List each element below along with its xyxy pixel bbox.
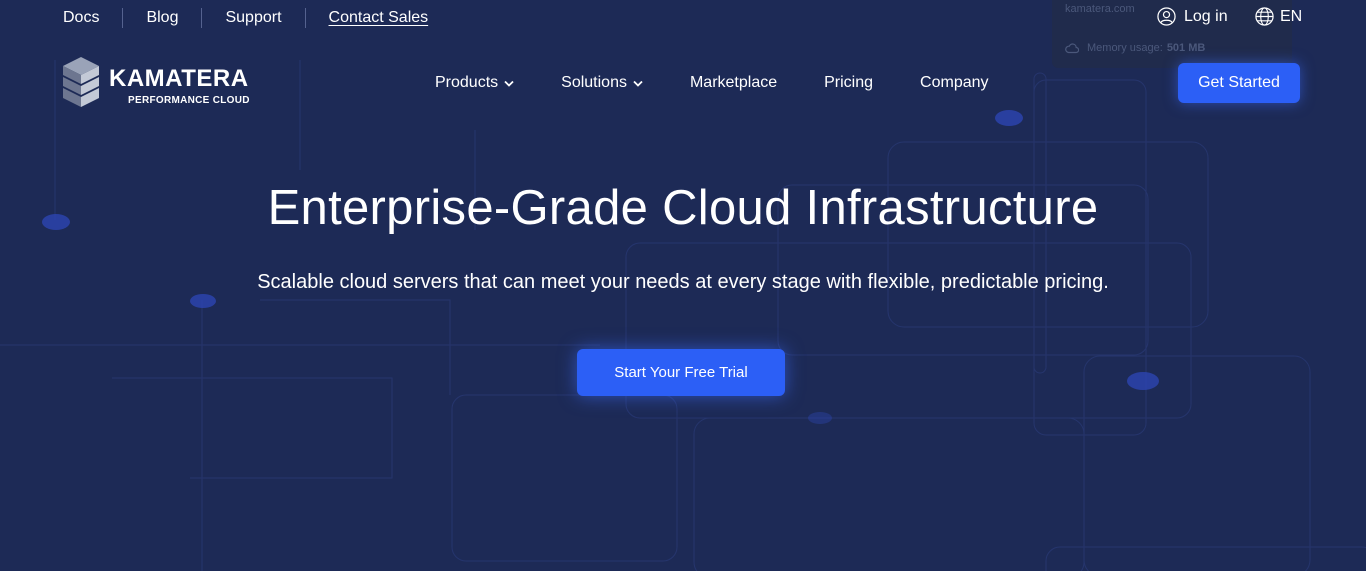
globe-icon [1255,7,1274,26]
nav-marketplace-label: Marketplace [689,74,778,91]
nav-company-label: Company [920,74,989,91]
get-started-button[interactable]: Get Started [1178,63,1300,103]
nav-company[interactable]: Company [920,71,988,95]
language-label: EN [1280,7,1303,25]
chevron-down-icon [504,80,514,87]
logo-tagline: PERFORMANCE CLOUD [128,95,250,106]
nav-solutions[interactable]: Solutions [561,71,643,95]
logo-wordmark: KAMATERA PERFORMANCE CLOUD [109,57,249,107]
start-free-trial-button[interactable]: Start Your Free Trial [577,349,785,396]
docs-link[interactable]: Docs [40,6,122,30]
support-link[interactable]: Support [202,6,304,30]
blog-link[interactable]: Blog [123,6,201,30]
chevron-down-icon [633,80,643,87]
memory-usage-value: 501 MB [1166,42,1206,54]
hero-title: Enterprise-Grade Cloud Infrastructure [267,181,1099,235]
nav-solutions-label: Solutions [561,74,627,91]
login-label: Log in [1184,7,1228,25]
login-link[interactable]: Log in [1157,7,1228,26]
main-nav: Products Solutions Marketplace Pricing C… [435,71,989,95]
utility-nav: Docs Blog Support Contact Sales [40,6,451,30]
user-circle-icon [1157,7,1176,26]
language-selector[interactable]: EN [1255,7,1302,26]
nav-pricing[interactable]: Pricing [824,71,873,95]
cloud-icon [1065,43,1079,54]
contact-sales-link[interactable]: Contact Sales [306,6,452,30]
logo-name: KAMATERA [109,65,249,92]
nav-products-label: Products [435,74,499,91]
tooltip-domain: kamatera.com [1065,3,1135,15]
nav-products[interactable]: Products [435,71,514,95]
hero-subtitle: Scalable cloud servers that can meet you… [257,271,1109,293]
memory-usage-label: Memory usage: [1087,42,1163,54]
memory-usage-row: Memory usage: 501 MB [1065,42,1205,54]
nav-pricing-label: Pricing [824,74,874,91]
utility-bar: Docs Blog Support Contact Sales kamatera… [0,0,1366,68]
nav-marketplace[interactable]: Marketplace [690,71,777,95]
logo-mark-icon [63,57,99,107]
kamatera-logo[interactable]: KAMATERA PERFORMANCE CLOUD [62,56,249,108]
